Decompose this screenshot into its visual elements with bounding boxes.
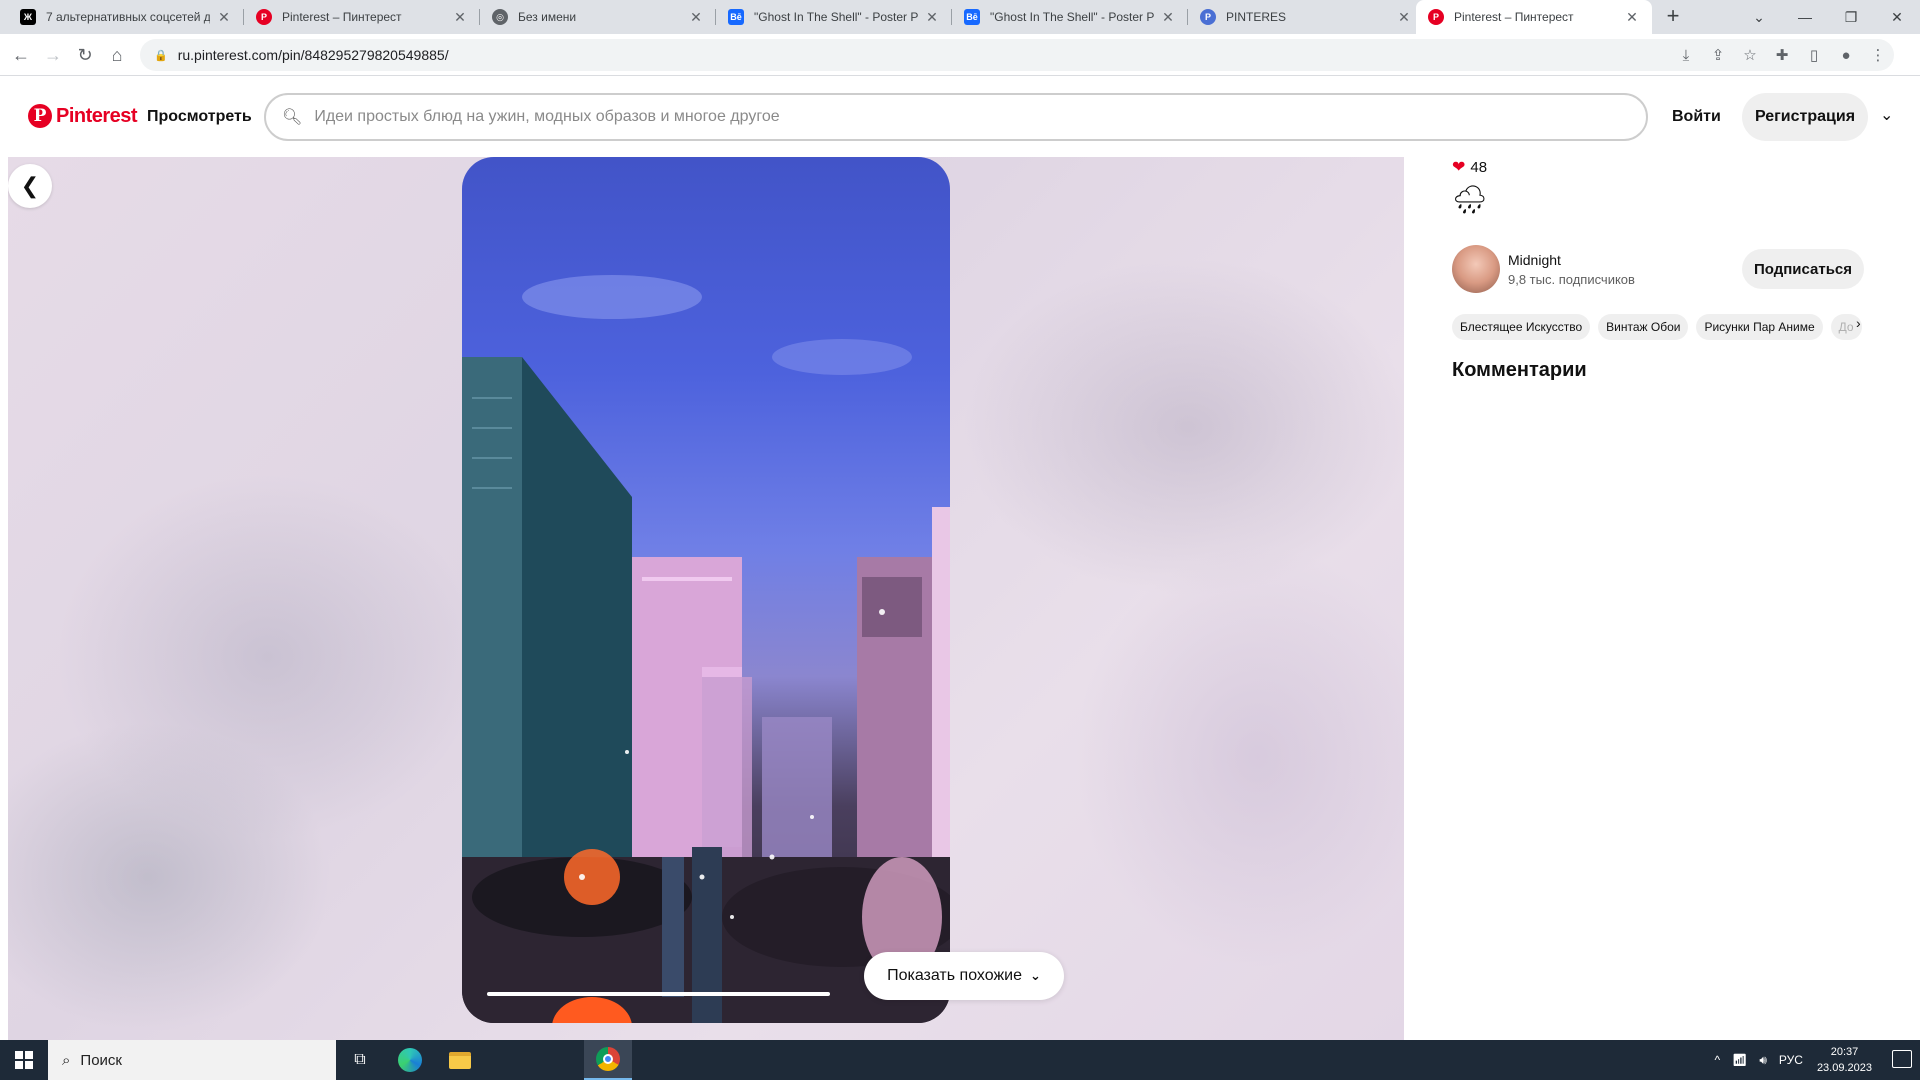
- browser-tab[interactable]: ◎ Без имени ✕: [480, 0, 716, 34]
- close-tab-icon[interactable]: ✕: [1160, 9, 1176, 26]
- back-arrow-icon[interactable]: ❮: [8, 164, 52, 208]
- lock-icon[interactable]: 🔒: [154, 49, 168, 62]
- login-button[interactable]: Войти: [1672, 108, 1721, 126]
- pinterest-icon: P: [28, 104, 52, 128]
- search-placeholder: Идеи простых блюд на ужин, модных образо…: [314, 108, 780, 125]
- globe-icon: ◎: [492, 9, 508, 25]
- chrome-icon[interactable]: [584, 1040, 632, 1080]
- windows-taskbar: ⌕ Поиск ⧉ ^ 📶︎ 🔊︎ РУС 20:37 23.09.2023: [0, 1040, 1920, 1080]
- browser-toolbar: ← → ↻ ⌂ 🔒 ru.pinterest.com/pin/848295279…: [0, 34, 1920, 76]
- pin-details-panel: ❤ 48 🌧 Midnight 9,8 тыс. подписчиков Под…: [1404, 157, 1920, 1040]
- comments-heading: Комментарии: [1452, 359, 1587, 381]
- edge-icon[interactable]: [386, 1040, 434, 1080]
- pinterest-icon: P: [256, 9, 272, 25]
- signup-button[interactable]: Регистрация: [1742, 93, 1868, 141]
- pinterest-logo[interactable]: P Pinterest: [28, 104, 138, 128]
- tag-chip[interactable]: Рисунки Пар Аниме: [1696, 314, 1823, 340]
- volume-icon[interactable]: 🔊︎: [1759, 1053, 1767, 1068]
- language-indicator[interactable]: РУС: [1779, 1053, 1803, 1067]
- pin-media-area: ❮ Показать похожие ⌄: [8, 157, 1404, 1040]
- browser-tab[interactable]: Bē "Ghost In The Shell" - Poster Pos ✕: [952, 0, 1188, 34]
- search-icon: 🔍︎: [282, 109, 303, 126]
- video-frame-illustration: [462, 275, 950, 1023]
- browser-tab-active[interactable]: P Pinterest – Пинтерест ✕: [1416, 0, 1652, 34]
- close-tab-icon[interactable]: ✕: [216, 9, 232, 26]
- pinterest-icon: P: [1200, 9, 1216, 25]
- reaction-count: 48: [1470, 158, 1488, 176]
- chevron-right-icon[interactable]: ›: [1856, 315, 1861, 331]
- new-tab-button[interactable]: +: [1661, 5, 1685, 29]
- close-tab-icon[interactable]: ✕: [1624, 9, 1640, 26]
- chevron-down-icon: ⌄: [1030, 968, 1041, 983]
- browser-tab[interactable]: Ж 7 альтернативных соцсетей для ✕: [8, 0, 244, 34]
- zen-icon: Ж: [20, 9, 36, 25]
- notifications-icon[interactable]: [1892, 1050, 1912, 1068]
- system-tray: ^ 📶︎ 🔊︎ РУС 20:37 23.09.2023: [1702, 1040, 1872, 1080]
- close-tab-icon[interactable]: ✕: [452, 9, 468, 26]
- browser-tab[interactable]: Bē "Ghost In The Shell" - Poster Pos ✕: [716, 0, 952, 34]
- search-input[interactable]: 🔍︎ Идеи простых блюд на ужин, модных обр…: [264, 93, 1648, 141]
- pin-video[interactable]: [462, 157, 950, 1023]
- close-window-icon[interactable]: ✕: [1874, 0, 1920, 34]
- chevron-up-icon[interactable]: ^: [1714, 1053, 1720, 1067]
- side-panel-icon[interactable]: ▯: [1798, 46, 1830, 64]
- close-tab-icon[interactable]: ✕: [924, 9, 940, 26]
- behance-icon: Bē: [728, 9, 744, 25]
- browser-tab[interactable]: P PINTERES ✕: [1188, 0, 1424, 34]
- menu-kebab-icon[interactable]: ⋮: [1862, 46, 1894, 64]
- restore-icon[interactable]: ❐: [1828, 0, 1874, 34]
- tag-chip[interactable]: Блестящее Искусство: [1452, 314, 1591, 340]
- tag-chip[interactable]: Винтаж Обои: [1598, 314, 1689, 340]
- clock[interactable]: 20:37 23.09.2023: [1817, 1044, 1872, 1076]
- close-tab-icon[interactable]: ✕: [688, 9, 704, 26]
- reload-icon[interactable]: ↻: [72, 42, 98, 68]
- show-similar-button[interactable]: Показать похожие ⌄: [864, 952, 1064, 1000]
- windows-start-icon[interactable]: [0, 1040, 48, 1080]
- network-icon[interactable]: 📶︎: [1732, 1053, 1747, 1067]
- task-view-icon[interactable]: ⧉: [336, 1040, 384, 1080]
- home-icon[interactable]: ⌂: [104, 42, 130, 68]
- creator-followers: 9,8 тыс. подписчиков: [1508, 271, 1635, 287]
- back-icon[interactable]: ←: [8, 42, 34, 68]
- reactions[interactable]: ❤ 48: [1452, 157, 1487, 177]
- explore-link[interactable]: Просмотреть: [147, 108, 252, 126]
- share-icon[interactable]: ⇪: [1702, 46, 1734, 64]
- file-explorer-icon[interactable]: [436, 1040, 484, 1080]
- pinterest-icon: P: [1428, 9, 1444, 25]
- follow-button[interactable]: Подписаться: [1742, 249, 1864, 289]
- pinterest-header: P Pinterest Просмотреть 🔍︎ Идеи простых …: [0, 77, 1920, 157]
- extensions-icon[interactable]: ✚: [1766, 46, 1798, 64]
- heart-icon: ❤: [1452, 159, 1466, 176]
- creator-block[interactable]: Midnight 9,8 тыс. подписчиков: [1452, 245, 1635, 293]
- behance-icon: Bē: [964, 9, 980, 25]
- chevron-down-icon[interactable]: ⌄: [1880, 105, 1893, 125]
- search-icon: ⌕: [62, 1051, 71, 1069]
- browser-tab[interactable]: P Pinterest – Пинтерест ✕: [244, 0, 480, 34]
- taskbar-search[interactable]: ⌕ Поиск: [48, 1040, 336, 1080]
- minimize-icon[interactable]: —: [1782, 0, 1828, 34]
- url-text: ru.pinterest.com/pin/848295279820549885/: [177, 47, 449, 63]
- browser-tab-strip: Ж 7 альтернативных соцсетей для ✕ P Pint…: [0, 0, 1920, 34]
- bookmark-star-icon[interactable]: ☆: [1734, 46, 1766, 64]
- tab-search-icon[interactable]: ⌄: [1736, 0, 1782, 34]
- install-icon[interactable]: ⤓: [1670, 47, 1702, 64]
- close-tab-icon[interactable]: ✕: [1396, 9, 1412, 26]
- video-progress-bar[interactable]: [487, 992, 830, 996]
- creator-name[interactable]: Midnight: [1508, 252, 1635, 268]
- forward-icon[interactable]: →: [40, 42, 66, 68]
- address-bar[interactable]: 🔒 ru.pinterest.com/pin/84829527982054988…: [140, 39, 1894, 71]
- avatar[interactable]: [1452, 245, 1500, 293]
- pin-description-emoji: 🌧: [1452, 184, 1488, 215]
- tag-list: Блестящее Искусство Винтаж Обои Рисунки …: [1452, 314, 1862, 340]
- profile-icon[interactable]: ●: [1830, 47, 1862, 64]
